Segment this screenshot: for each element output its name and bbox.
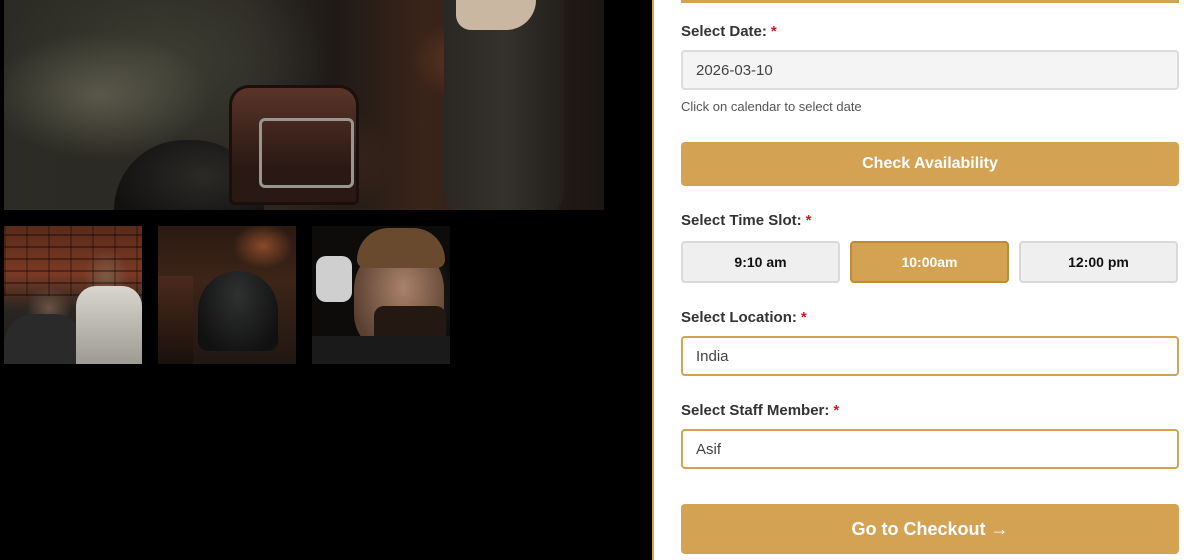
- staff-select[interactable]: Asif: [681, 429, 1179, 469]
- main-gallery-image: [4, 0, 604, 210]
- gallery-thumbnail-1[interactable]: [4, 226, 142, 364]
- booking-form: Select Date: * 2026-03-10 Click on calend…: [652, 0, 1198, 560]
- date-hint: Click on calendar to select date: [681, 99, 862, 114]
- time-slot-label: Select Time Slot: *: [681, 212, 812, 229]
- staff-value: Asif: [696, 440, 722, 458]
- check-availability-button[interactable]: Check Availability: [681, 142, 1179, 186]
- required-mark: *: [800, 309, 807, 326]
- top-divider: [681, 0, 1179, 3]
- date-field[interactable]: 2026-03-10: [681, 50, 1179, 90]
- time-slot-option[interactable]: 12:00 pm: [1019, 241, 1178, 283]
- required-mark: *: [770, 23, 777, 40]
- checkout-button[interactable]: Go to Checkout →: [681, 504, 1179, 554]
- date-label: Select Date: *: [681, 23, 777, 40]
- location-label: Select Location: *: [681, 309, 807, 326]
- time-slot-option[interactable]: 9:10 am: [681, 241, 840, 283]
- location-select[interactable]: India: [681, 336, 1179, 376]
- image-gallery: [0, 0, 652, 560]
- gallery-thumbnail-2[interactable]: [158, 226, 296, 364]
- date-value: 2026-03-10: [696, 61, 773, 79]
- time-slot-option-selected[interactable]: 10:00am: [850, 241, 1009, 283]
- location-value: India: [696, 347, 729, 365]
- required-mark: *: [833, 402, 840, 419]
- required-mark: *: [805, 212, 812, 229]
- gallery-thumbnail-3[interactable]: [312, 226, 450, 364]
- staff-label: Select Staff Member: *: [681, 402, 840, 419]
